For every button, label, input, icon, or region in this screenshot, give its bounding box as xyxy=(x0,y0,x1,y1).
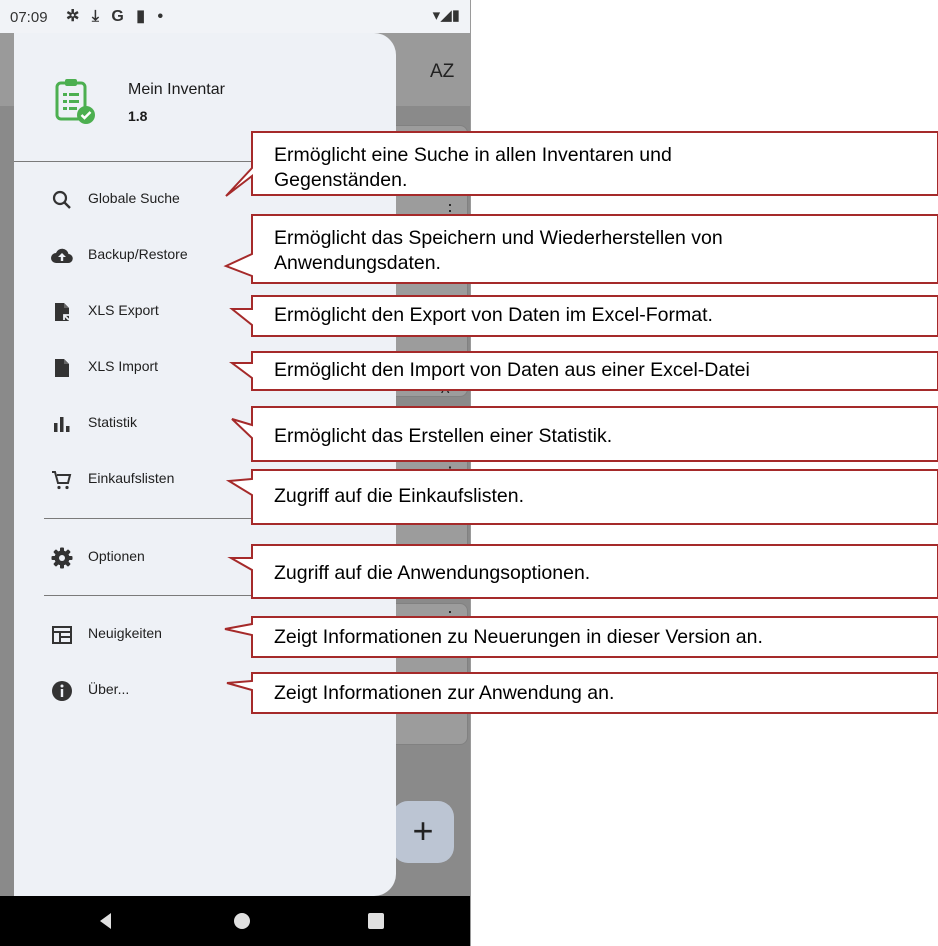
callout-text-line: Zeigt Informationen zur Anwendung an. xyxy=(274,682,615,704)
callout-text-line: Ermöglicht das Speichern und Wiederherst… xyxy=(274,227,723,249)
menu-item-label: Backup/Restore xyxy=(88,246,188,262)
more-vert-icon: ⋮ xyxy=(441,451,459,471)
callout-text-line: Anwendungsdaten. xyxy=(274,252,441,274)
file-export-icon xyxy=(55,303,70,321)
app-name: Mein Inventar xyxy=(128,81,225,98)
menu-item-label: XLS Import xyxy=(88,358,159,374)
callout-xls-import: Ermöglicht den Import von Daten aus eine… xyxy=(274,358,750,383)
menu-item-label: Statistik xyxy=(88,414,138,430)
file-icon xyxy=(55,359,69,377)
callout-text-line: Zeigt Informationen zu Neuerungen in die… xyxy=(274,626,763,648)
phone-screen: 07:09 ✲ ⤓ G ▮ • ▾◢▮ AZ ⋮ ⋮ ⋮ ^ + Mein In… xyxy=(0,0,471,946)
callout-xls-export: Ermöglicht den Export von Daten im Excel… xyxy=(274,303,713,328)
status-time: 07:09 xyxy=(10,9,48,26)
divider xyxy=(44,595,396,596)
callout-text-line: Ermöglicht das Erstellen einer Statistik… xyxy=(274,425,613,447)
callout-backup-restore: Ermöglicht das Speichern und Wiederherst… xyxy=(274,226,723,276)
app-version: 1.8 xyxy=(128,108,148,124)
callout-text-line: Gegenständen. xyxy=(274,169,408,191)
callout-text-line: Ermöglicht den Import von Daten aus eine… xyxy=(274,359,750,381)
search-icon xyxy=(52,190,71,209)
recents-nav-button[interactable] xyxy=(366,911,386,931)
status-notification-icons: ✲ ⤓ G ▮ • xyxy=(66,8,168,25)
chevron-up-icon: ^ xyxy=(441,383,450,403)
sort-az-icon: AZ xyxy=(430,61,455,82)
menu-item-label: Globale Suche xyxy=(88,190,180,206)
more-vert-icon: ⋮ xyxy=(441,201,459,221)
back-nav-button[interactable] xyxy=(96,911,116,931)
menu-item-label: Über... xyxy=(88,681,130,697)
callout-global-search: Ermöglicht eine Suche in allen Inventare… xyxy=(274,143,672,193)
callout-text-line: Zugriff auf die Anwendungsoptionen. xyxy=(274,562,591,584)
callout-neuigkeiten: Zeigt Informationen zu Neuerungen in die… xyxy=(274,625,763,650)
callout-statistik: Ermöglicht das Erstellen einer Statistik… xyxy=(274,424,612,449)
system-navigation-bar xyxy=(0,896,470,946)
callout-text-line: Ermöglicht eine Suche in allen Inventare… xyxy=(274,144,672,166)
callout-text-line: Zugriff auf die Einkaufslisten. xyxy=(274,485,525,507)
info-icon xyxy=(52,681,72,701)
bar-chart-icon xyxy=(54,417,70,432)
menu-item-label: Einkaufslisten xyxy=(88,470,175,486)
menu-item-label: Neuigkeiten xyxy=(88,625,162,641)
callout-optionen: Zugriff auf die Anwendungsoptionen. xyxy=(274,561,590,586)
add-fab-button[interactable]: + xyxy=(392,801,454,863)
status-system-icons: ▾◢▮ xyxy=(432,7,460,24)
app-logo-icon xyxy=(55,79,95,124)
status-bar: 07:09 ✲ ⤓ G ▮ • ▾◢▮ xyxy=(0,0,470,33)
menu-item-label: Optionen xyxy=(88,548,145,564)
menu-item-label: XLS Export xyxy=(88,302,159,318)
callout-ueber: Zeigt Informationen zur Anwendung an. xyxy=(274,681,614,706)
news-icon xyxy=(52,626,72,644)
callout-text-line: Ermöglicht den Export von Daten im Excel… xyxy=(274,304,713,326)
home-nav-button[interactable] xyxy=(232,911,252,931)
cloud-upload-icon xyxy=(51,248,73,264)
divider xyxy=(44,518,396,519)
gear-icon xyxy=(51,547,73,569)
callout-einkaufslisten: Zugriff auf die Einkaufslisten. xyxy=(274,484,524,509)
cart-icon xyxy=(52,471,72,490)
